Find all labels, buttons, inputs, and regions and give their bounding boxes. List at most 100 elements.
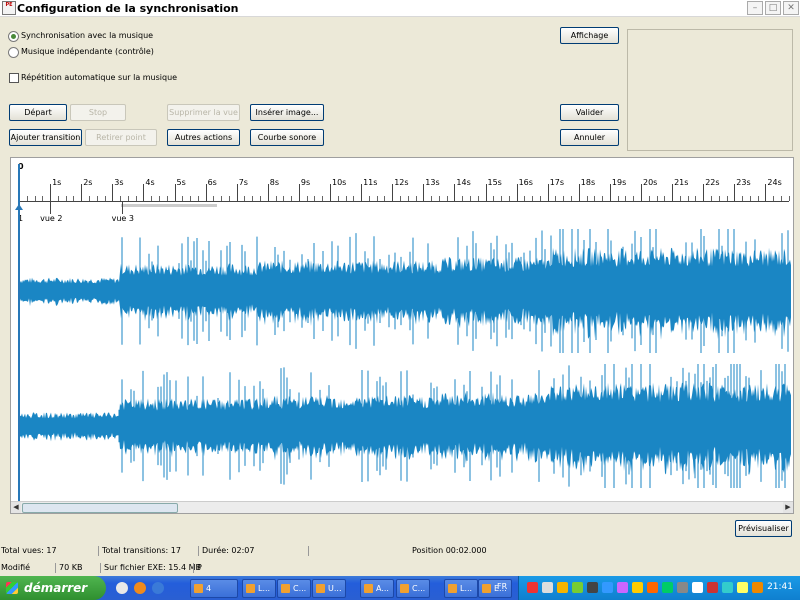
task-window-icon bbox=[246, 584, 255, 593]
taskbar-button[interactable]: U... bbox=[312, 579, 346, 598]
task-label: 4 bbox=[206, 584, 212, 593]
task-window-icon bbox=[400, 584, 409, 593]
ruler-minor-tick bbox=[749, 196, 751, 201]
tray-icon[interactable] bbox=[722, 582, 733, 593]
ruler-minor-tick bbox=[788, 196, 790, 201]
ruler-tick-label: 24s bbox=[767, 178, 782, 187]
depart-button[interactable]: Départ bbox=[9, 104, 67, 121]
tray-icon[interactable] bbox=[617, 582, 628, 593]
ruler-tick bbox=[267, 184, 269, 201]
status-bar-1: Total vues: 17 Total transitions: 17 Dur… bbox=[0, 545, 800, 557]
taskbar-button[interactable]: 4 bbox=[190, 579, 238, 598]
taskbar-button[interactable]: L... bbox=[444, 579, 478, 598]
quick-launch-icon[interactable] bbox=[134, 582, 146, 594]
sync-music-radio[interactable] bbox=[8, 31, 19, 42]
ruler-minor-tick bbox=[127, 196, 129, 201]
exe-size: Sur fichier EXE: 15.4 MB bbox=[104, 563, 202, 572]
task-window-icon bbox=[281, 584, 290, 593]
taskbar-button[interactable]: C... bbox=[277, 579, 311, 598]
supprimer-vue-button[interactable]: Supprimer la vue bbox=[167, 104, 240, 121]
tray-icon[interactable] bbox=[542, 582, 553, 593]
tray-icon[interactable] bbox=[707, 582, 718, 593]
start-button[interactable]: démarrer bbox=[0, 576, 106, 600]
ruler-minor-tick bbox=[664, 196, 666, 201]
tray-icon[interactable] bbox=[662, 582, 673, 593]
scroll-thumb[interactable] bbox=[22, 503, 178, 513]
taskbar-button[interactable]: L... bbox=[242, 579, 276, 598]
autres-actions-button[interactable]: Autres actions bbox=[167, 129, 240, 146]
ruler-minor-tick bbox=[648, 196, 650, 201]
task-label: A... bbox=[376, 584, 389, 593]
ruler-minor-tick bbox=[469, 196, 471, 201]
horizontal-scrollbar[interactable]: ◀ ▶ bbox=[11, 501, 793, 513]
ruler-tick-label: 13s bbox=[425, 178, 440, 187]
taskbar-button[interactable]: C... bbox=[396, 579, 430, 598]
affichage-button[interactable]: Affichage bbox=[560, 27, 619, 44]
courbe-sonore-button[interactable]: Courbe sonore bbox=[250, 129, 324, 146]
waveform-channel bbox=[19, 382, 791, 475]
ajouter-transition-button[interactable]: Ajouter transition bbox=[9, 129, 82, 146]
ruler-minor-tick bbox=[384, 196, 386, 201]
tray-icon[interactable] bbox=[572, 582, 583, 593]
quick-launch-icon[interactable] bbox=[116, 582, 128, 594]
ruler-minor-tick bbox=[283, 196, 285, 201]
auto-repeat-checkbox[interactable] bbox=[9, 73, 19, 83]
tray-icon[interactable] bbox=[602, 582, 613, 593]
ruler-tick-label: 9s bbox=[300, 178, 311, 187]
valider-button[interactable]: Valider bbox=[560, 104, 619, 121]
audio-waveform[interactable] bbox=[19, 221, 791, 501]
task-window-icon bbox=[316, 584, 325, 593]
ruler-tick bbox=[423, 184, 425, 201]
auto-repeat-label[interactable]: Répétition automatique sur la musique bbox=[21, 73, 177, 82]
ruler-minor-tick bbox=[88, 196, 90, 201]
sync-music-label[interactable]: Synchronisation avec la musique bbox=[21, 31, 153, 40]
quick-launch-icon[interactable] bbox=[152, 582, 164, 594]
task-window-icon bbox=[482, 584, 491, 593]
scroll-left-arrow[interactable]: ◀ bbox=[11, 502, 21, 513]
tray-icon[interactable] bbox=[527, 582, 538, 593]
ruler-minor-tick bbox=[166, 196, 168, 201]
duree: Durée: 02:07 bbox=[202, 546, 255, 555]
ruler-minor-tick bbox=[96, 196, 98, 201]
ruler-minor-tick bbox=[337, 196, 339, 201]
time-ruler[interactable]: 0 1s 2s 3s 4s 5s 6s 7s 8s 9s 10s 11s 12s 13s 14s 15s 16… bbox=[11, 158, 793, 207]
annuler-button[interactable]: Annuler bbox=[560, 129, 619, 146]
ruler-minor-tick bbox=[431, 196, 433, 201]
ruler-minor-tick bbox=[633, 196, 635, 201]
tray-icon[interactable] bbox=[692, 582, 703, 593]
music-independent-radio[interactable] bbox=[8, 47, 19, 58]
close-button[interactable]: ✕ bbox=[783, 1, 799, 15]
selection-range[interactable] bbox=[121, 204, 217, 207]
ruler-tick-label: 18s bbox=[580, 178, 596, 187]
file-size: 70 KB bbox=[59, 563, 83, 572]
tray-icon[interactable] bbox=[737, 582, 748, 593]
language-indicator[interactable]: FR bbox=[497, 582, 507, 591]
playhead[interactable] bbox=[18, 164, 20, 502]
tray-icon[interactable] bbox=[557, 582, 568, 593]
view-marker-line bbox=[50, 202, 52, 214]
ruler-minor-tick bbox=[679, 196, 681, 201]
ruler-minor-tick bbox=[376, 196, 378, 201]
tray-icon[interactable] bbox=[752, 582, 763, 593]
inserer-image-button[interactable]: Insérer image... bbox=[250, 104, 324, 121]
stop-button[interactable]: Stop bbox=[70, 104, 126, 121]
ruler-minor-tick bbox=[213, 196, 215, 201]
tray-icon[interactable] bbox=[647, 582, 658, 593]
tray-icon[interactable] bbox=[587, 582, 598, 593]
taskbar-button[interactable]: A... bbox=[360, 579, 394, 598]
task-label: L... bbox=[258, 584, 271, 593]
maximize-button[interactable]: □ bbox=[765, 1, 781, 15]
timeline-panel[interactable]: 0 1s 2s 3s 4s 5s 6s 7s 8s 9s 10s 11s 12s 13s 14s 15s 16… bbox=[10, 157, 794, 514]
ruler-minor-tick bbox=[501, 196, 503, 201]
minimize-button[interactable]: – bbox=[747, 1, 763, 15]
tray-icon[interactable] bbox=[677, 582, 688, 593]
ruler-minor-tick bbox=[571, 196, 573, 201]
ruler-tick-label: 10s bbox=[332, 178, 347, 187]
task-window-icon bbox=[194, 584, 203, 593]
tray-icon[interactable] bbox=[632, 582, 643, 593]
ruler-tick bbox=[516, 184, 518, 201]
previsualiser-button[interactable]: Prévisualiser bbox=[735, 520, 792, 537]
music-independent-label[interactable]: Musique indépendante (contrôle) bbox=[21, 47, 154, 56]
retirer-point-button[interactable]: Retirer point bbox=[85, 129, 157, 146]
scroll-right-arrow[interactable]: ▶ bbox=[783, 502, 793, 513]
